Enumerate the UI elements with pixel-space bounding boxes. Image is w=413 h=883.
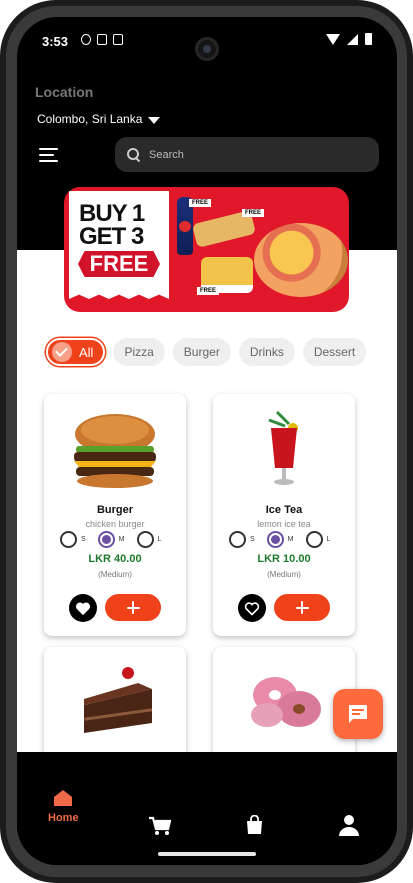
product-price: LKR 40.00: [88, 553, 142, 565]
pizza-image: [254, 223, 348, 297]
size-radio-m[interactable]: [97, 531, 115, 548]
selected-size-note: (Medium): [98, 570, 132, 579]
search-icon: [127, 148, 140, 161]
product-description: chicken burger: [85, 519, 145, 529]
promo-banner[interactable]: BUY 1 GET 3 FREE FREE FREE FREE: [64, 187, 349, 312]
product-card-cake[interactable]: [44, 647, 186, 767]
add-to-cart-button[interactable]: [274, 594, 330, 621]
nav-home[interactable]: Home: [48, 789, 79, 824]
screen: 3:53 Location Colombo, Sri Lanka Search …: [17, 17, 397, 865]
menu-line: [39, 154, 54, 156]
shield-icon: [81, 34, 91, 45]
free-tag: FREE: [197, 287, 220, 295]
wifi-icon: [326, 33, 340, 45]
size-label: S: [81, 536, 86, 543]
signal-icon: [347, 33, 358, 45]
ice-tea-image: [268, 410, 298, 485]
device-frame: 3:53 Location Colombo, Sri Lanka Search …: [0, 0, 413, 883]
nav-orders[interactable]: [246, 815, 263, 835]
battery-icon: [365, 33, 372, 45]
product-card-burger[interactable]: Burger chicken burger S M L LKR 40.00 (M…: [44, 394, 186, 636]
product-name: Ice Tea: [265, 504, 303, 516]
category-label: Burger: [183, 345, 220, 359]
category-chip-dessert[interactable]: Dessert: [302, 338, 367, 366]
gesture-home-bar[interactable]: [158, 852, 256, 856]
sd-card-icon: [113, 34, 123, 45]
status-time: 3:53: [42, 34, 69, 49]
check-icon: [52, 342, 72, 362]
user-icon: [339, 815, 359, 836]
favorite-button[interactable]: [238, 594, 266, 622]
status-bar: 3:53: [17, 17, 397, 65]
menu-line: [39, 160, 58, 162]
search-bar[interactable]: [115, 137, 379, 172]
category-label: Drinks: [249, 345, 284, 359]
notification-icon: [97, 34, 107, 45]
plus-icon: [295, 601, 309, 614]
category-chip-burger[interactable]: Burger: [172, 338, 231, 366]
size-radio-l[interactable]: [305, 531, 323, 548]
size-radio-s[interactable]: [229, 531, 246, 548]
category-chip-drinks[interactable]: Drinks: [238, 338, 295, 366]
location-label: Location: [35, 84, 94, 100]
category-label: Dessert: [313, 345, 356, 359]
camera-cutout: [195, 37, 219, 61]
product-name: Burger: [96, 504, 134, 516]
menu-line: [39, 148, 58, 150]
add-to-cart-button[interactable]: [105, 594, 161, 621]
bag-icon: [247, 815, 262, 834]
free-tag: FREE: [189, 199, 212, 207]
size-label: M: [287, 536, 294, 543]
chat-button[interactable]: [333, 689, 383, 739]
status-notification-icons: [81, 34, 123, 45]
plus-icon: [126, 601, 140, 614]
menu-icon[interactable]: [39, 148, 58, 162]
product-price: LKR 10.00: [257, 553, 311, 565]
category-chip-pizza[interactable]: Pizza: [113, 338, 165, 366]
location-value: Colombo, Sri Lanka: [37, 112, 143, 126]
product-card-ice-tea[interactable]: Ice Tea lemon ice tea S M L LKR 10.00 (M…: [213, 394, 355, 636]
bottom-navigation: Home: [17, 752, 397, 865]
heart-outline-icon: [244, 601, 260, 616]
chat-icon: [349, 705, 367, 723]
selected-size-note: (Medium): [267, 570, 301, 579]
favorite-button[interactable]: [69, 594, 97, 622]
promo-free-ribbon: FREE: [78, 251, 160, 277]
category-label: All: [79, 344, 94, 360]
search-input[interactable]: [149, 148, 349, 161]
size-radio-m[interactable]: [266, 531, 284, 548]
category-label: Pizza: [124, 345, 154, 359]
nav-cart[interactable]: [149, 816, 171, 836]
nav-home-label: Home: [48, 812, 79, 824]
caret-down-icon: [148, 116, 161, 124]
cake-image: [84, 667, 153, 733]
donut-image: [251, 677, 321, 727]
size-label: S: [250, 536, 255, 543]
size-radio-s[interactable]: [60, 531, 77, 548]
size-selector: S M L: [60, 531, 161, 548]
category-chip-all[interactable]: All: [46, 338, 106, 366]
product-description: lemon ice tea: [257, 519, 311, 529]
heart-icon: [75, 601, 91, 615]
size-selector: S M L: [229, 531, 330, 548]
promo-text-panel: BUY 1 GET 3 FREE: [69, 191, 169, 299]
size-label: L: [326, 536, 331, 543]
cart-icon: [149, 816, 171, 835]
nav-profile[interactable]: [339, 814, 359, 836]
size-radio-l[interactable]: [136, 531, 154, 548]
location-selector[interactable]: Colombo, Sri Lanka: [37, 112, 161, 126]
size-label: L: [157, 536, 162, 543]
category-chips: All Pizza Burger Drinks Dessert: [46, 338, 367, 366]
size-label: M: [118, 536, 125, 543]
burger-image: [74, 414, 156, 488]
status-system-icons: [326, 33, 372, 45]
free-tag: FREE: [242, 209, 265, 217]
promo-line-2: GET 3: [79, 223, 144, 250]
home-icon: [54, 790, 73, 806]
